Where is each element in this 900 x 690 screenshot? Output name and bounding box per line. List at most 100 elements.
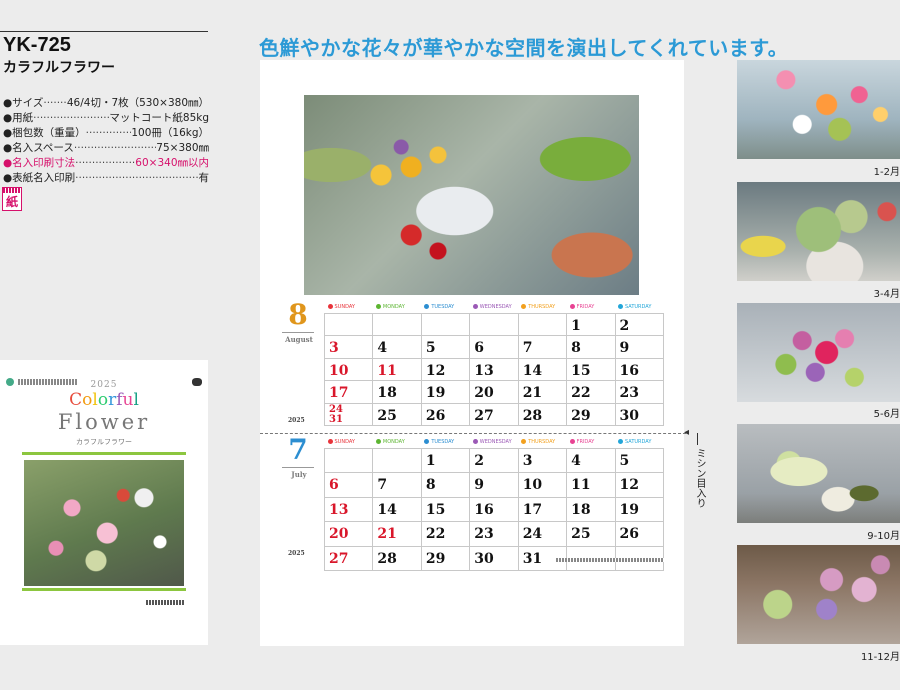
calendar-day-cell: 7 (517, 335, 568, 359)
day-number: 14 (522, 362, 543, 379)
month-thumbnail-11-12[interactable] (737, 545, 900, 644)
day-number: 27 (329, 550, 349, 567)
calendar-day-cell: 29 (420, 545, 471, 571)
month-thumbnail-5-6[interactable] (737, 303, 900, 402)
calendar-day-cell: 14 (372, 496, 422, 522)
calendar-week-row: 24 31 25 26 27 28 29 30 (323, 402, 665, 426)
day-number: 22 (425, 526, 446, 542)
day-number: 11 (571, 477, 591, 493)
calendar-day-cell: 9 (469, 472, 519, 498)
calendar-day-cell: 12 (614, 472, 665, 498)
weekday-header: THURSDAY (518, 437, 566, 448)
calendar-day-cell: 8 (420, 472, 471, 498)
calendar-day-cell: 6 (323, 472, 374, 498)
calendar-day-cell: 21 (517, 380, 568, 404)
weekday-dot-icon (327, 304, 333, 310)
month-thumbnail-1-2[interactable] (737, 60, 900, 159)
weekday-header: TUESDAY (421, 302, 469, 313)
header-rule (0, 31, 208, 32)
calendar-day-cell: 15 (420, 496, 471, 522)
day-number: 16 (474, 501, 494, 518)
thumbnail-label: 1-2月 (873, 167, 900, 178)
cover-title-letter: C (69, 390, 83, 410)
calendar-day-cell: 3 (517, 447, 568, 473)
weekday-header: MONDAY (373, 437, 421, 448)
weekday-dot-icon (521, 439, 527, 445)
day-number: 28 (522, 407, 543, 424)
calendar-day-cell: 8 (566, 335, 616, 359)
month-year: 2025 (288, 550, 305, 557)
calendar-day-cell: 2 (614, 312, 665, 336)
calendar-day-cell (517, 312, 568, 336)
calendar-week-row: 3 4 5 6 7 8 9 (323, 335, 665, 359)
weekday-header: THURSDAY (518, 302, 566, 313)
day-number: 19 (425, 385, 446, 401)
calendar-day-cell: 29 (566, 402, 616, 426)
calendar-day-cell: 14 (517, 357, 568, 381)
calendar-grid: SUNDAY MONDAY TUESDAY WEDNESDAY THURSDAY FRID… (323, 302, 665, 426)
day-number: 26 (619, 526, 640, 542)
calendar-day-cell (323, 312, 374, 336)
calendar-day-cell: 16 (614, 357, 665, 381)
calendar-week-row: 1 2 3 4 5 (323, 447, 665, 473)
weekday-header: FRIDAY (567, 302, 615, 313)
day-number: 25 (377, 407, 397, 424)
calendar-day-cell: 15 (566, 357, 616, 381)
month-year: 2025 (288, 417, 305, 424)
calendar-day-cell: 1 (420, 447, 471, 473)
cover-title-letter: o (82, 390, 93, 410)
calendar-day-cell: 22 (566, 380, 616, 404)
month-thumbnail-9-10[interactable] (737, 424, 900, 523)
weekday-header: SATURDAY (615, 302, 663, 313)
day-number: 13 (329, 501, 349, 518)
spec-list: ●サイズ46/4切・7枚（530×380㎜） ●用紙マットコート紙85kg ●梱… (3, 96, 209, 186)
cover-footer-text (146, 600, 184, 605)
day-number: 7 (377, 477, 388, 493)
calendar-day-cell: 18 (566, 496, 616, 522)
day-number: 9 (474, 477, 485, 493)
paper-material-badge: 紙 (2, 187, 22, 211)
product-name: カラフルフラワー (3, 60, 115, 76)
spec-row-size: ●サイズ46/4切・7枚（530×380㎜） (3, 96, 209, 111)
weekday-dot-icon (569, 304, 575, 310)
calendar-day-cell: 22 (420, 521, 471, 547)
thumbnail-label: 9-10月 (867, 531, 900, 542)
cover-green-bar (22, 452, 186, 455)
day-number: 29 (425, 550, 446, 567)
calendar-day-cell: 16 (469, 496, 519, 522)
weekday-dot-icon (472, 439, 478, 445)
day-number: 26 (425, 407, 446, 424)
day-number: 2 (619, 317, 630, 334)
day-number: 14 (377, 501, 397, 518)
month-number: 7 (288, 433, 308, 466)
weekday-dot-icon (424, 304, 430, 310)
day-number: 13 (474, 362, 494, 379)
calendar-day-cell: 24 (517, 521, 568, 547)
month-thumbnail-3-4[interactable] (737, 182, 900, 281)
spec-row-name-space: ●名入スペース75×380㎜ (3, 141, 209, 156)
calendar-day-cell: 21 (372, 521, 422, 547)
calendar-day-cell: 12 (420, 357, 471, 381)
cover-thumbnail[interactable]: 2025 Colorful Flower カラフルフラワー (0, 360, 208, 645)
calendar-day-cell: 17 (323, 380, 374, 404)
day-number: 6 (329, 477, 339, 493)
day-number: 29 (571, 407, 591, 424)
cover-title-colorful: Colorful (0, 390, 208, 410)
calendar-day-cell (469, 312, 519, 336)
day-number: 17 (329, 385, 349, 401)
cover-title-letter: o (97, 390, 109, 410)
calendar-day-cell: 26 (420, 402, 471, 426)
day-number: 30 (474, 550, 494, 567)
day-number: 21 (522, 385, 543, 401)
weekday-header-row: SUNDAY MONDAY TUESDAY WEDNESDAY THURSDAY FRID… (325, 437, 664, 448)
calendar-sheet: 8 August 2025 SUNDAY MONDAY TUESDAY WEDNESD… (260, 60, 684, 646)
day-number: 12 (619, 477, 640, 493)
calendar-day-cell: 20 (323, 521, 374, 547)
day-number: 9 (619, 340, 630, 356)
month-number: 8 (288, 298, 308, 331)
day-number: 5 (619, 452, 630, 469)
calendar-day-cell: 7 (372, 472, 422, 498)
calendar-day-cell: 26 (614, 521, 665, 547)
calendar-day-cell: 6 (469, 335, 519, 359)
calendar-day-cell (323, 447, 374, 473)
